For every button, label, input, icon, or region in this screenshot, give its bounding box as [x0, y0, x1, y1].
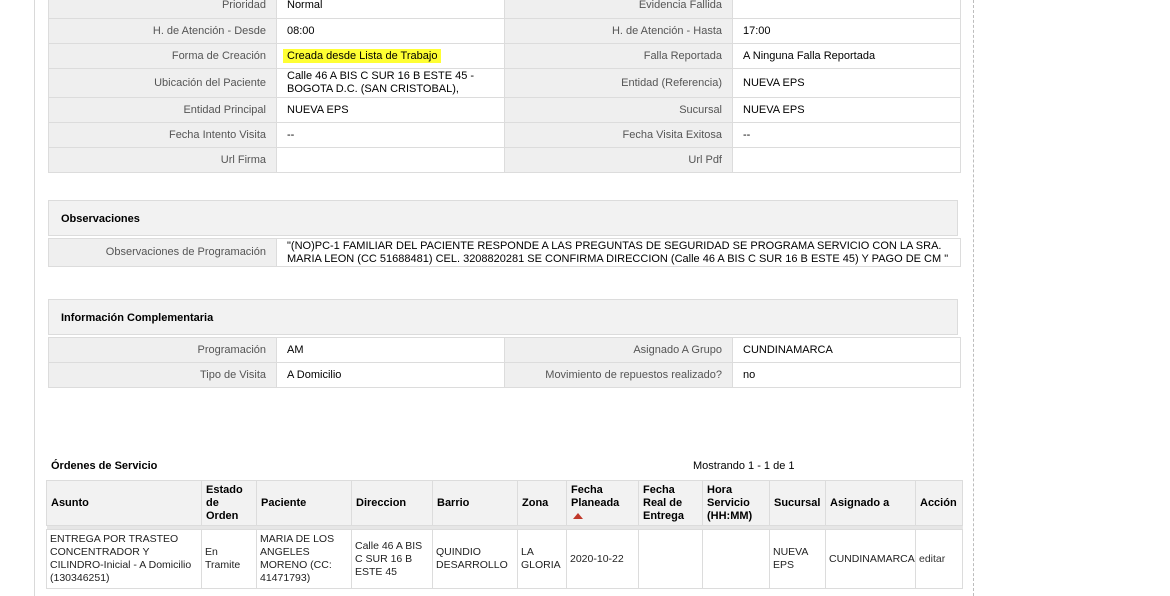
complementaria-header: Información Complementaria [48, 299, 958, 335]
entidad-principal-value: NUEVA EPS [276, 97, 505, 123]
fecha-intento-label: Fecha Intento Visita [48, 122, 277, 148]
detail-row: Prioridad Normal Evidencia Fallida [48, 0, 961, 19]
forma-creacion-value-cell: Creada desde Lista de Trabajo [276, 43, 505, 69]
observaciones-label: Observaciones de Programación [48, 238, 277, 267]
url-firma-label: Url Firma [48, 147, 277, 173]
col-header-direccion[interactable]: Direccion [351, 480, 433, 526]
orders-header-row: Asunto Estado de Orden Paciente Direccio… [46, 480, 963, 526]
fecha-intento-value: -- [276, 122, 505, 148]
col-header-accion: Acción [915, 480, 963, 526]
tipo-visita-label: Tipo de Visita [48, 362, 277, 388]
editar-link[interactable]: editar [919, 553, 945, 565]
table-row: ENTREGA POR TRASTEO CONCENTRADOR Y CILIN… [46, 529, 963, 589]
sort-ascending-icon [573, 512, 583, 519]
cell-accion: editar [915, 529, 963, 589]
detail-row: Entidad Principal NUEVA EPS Sucursal NUE… [48, 97, 961, 123]
hora-hasta-value: 17:00 [732, 18, 961, 44]
col-header-estado[interactable]: Estado de Orden [201, 480, 257, 526]
cell-asunto: ENTREGA POR TRASTEO CONCENTRADOR Y CILIN… [46, 529, 202, 589]
sucursal-label: Sucursal [504, 97, 733, 123]
orders-title: Órdenes de Servicio [51, 460, 158, 472]
asignado-grupo-label: Asignado A Grupo [504, 337, 733, 363]
col-header-asunto[interactable]: Asunto [46, 480, 202, 526]
fecha-exitosa-value: -- [732, 122, 961, 148]
col-header-asignado[interactable]: Asignado a [825, 480, 916, 526]
cell-fecha-planeada: 2020-10-22 [566, 529, 639, 589]
forma-creacion-value: Creada desde Lista de Trabajo [283, 48, 442, 63]
complementaria-row: Tipo de Visita A Domicilio Movimiento de… [48, 362, 961, 388]
asignado-grupo-value: CUNDINAMARCA [732, 337, 961, 363]
orders-table: Asunto Estado de Orden Paciente Direccio… [46, 480, 963, 589]
fecha-exitosa-label: Fecha Visita Exitosa [504, 122, 733, 148]
detail-row: Fecha Intento Visita -- Fecha Visita Exi… [48, 122, 961, 148]
col-header-hora-servicio[interactable]: Hora Servicio (HH:MM) [702, 480, 770, 526]
hora-desde-value: 08:00 [276, 18, 505, 44]
falla-reportada-label: Falla Reportada [504, 43, 733, 69]
prioridad-value: Normal [276, 0, 505, 19]
detail-row: Forma de Creación Creada desde Lista de … [48, 43, 961, 69]
entidad-principal-label: Entidad Principal [48, 97, 277, 123]
movimiento-repuestos-label: Movimiento de repuestos realizado? [504, 362, 733, 388]
ubicacion-value: Calle 46 A BIS C SUR 16 B ESTE 45 - BOGO… [276, 68, 505, 98]
right-dashed-border [973, 0, 974, 596]
col-header-paciente[interactable]: Paciente [256, 480, 352, 526]
orders-pagination-count: Mostrando 1 - 1 de 1 [693, 460, 795, 472]
url-firma-value [276, 147, 505, 173]
prioridad-label: Prioridad [48, 0, 277, 19]
hora-desde-label: H. de Atención - Desde [48, 18, 277, 44]
falla-reportada-value: A Ninguna Falla Reportada [732, 43, 961, 69]
cell-zona: LA GLORIA [517, 529, 567, 589]
forma-creacion-label: Forma de Creación [48, 43, 277, 69]
observaciones-value: "(NO)PC-1 FAMILIAR DEL PACIENTE RESPONDE… [276, 238, 961, 267]
detail-row: Url Firma Url Pdf [48, 147, 961, 173]
cell-paciente: MARIA DE LOS ANGELES MORENO (CC: 4147179… [256, 529, 352, 589]
cell-fecha-real [638, 529, 703, 589]
observaciones-header: Observaciones [48, 200, 958, 236]
left-border [34, 0, 35, 596]
cell-sucursal: NUEVA EPS [769, 529, 826, 589]
cell-direccion: Calle 46 A BIS C SUR 16 B ESTE 45 [351, 529, 433, 589]
observaciones-table: Observaciones de Programación "(NO)PC-1 … [48, 238, 961, 267]
entidad-referencia-label: Entidad (Referencia) [504, 68, 733, 98]
cell-estado: En Tramite [201, 529, 257, 589]
url-pdf-label: Url Pdf [504, 147, 733, 173]
complementaria-table: Programación AM Asignado A Grupo CUNDINA… [48, 337, 961, 388]
entidad-referencia-value: NUEVA EPS [732, 68, 961, 98]
sucursal-value: NUEVA EPS [732, 97, 961, 123]
ubicacion-label: Ubicación del Paciente [48, 68, 277, 98]
evidencia-fallida-label: Evidencia Fallida [504, 0, 733, 19]
programacion-value: AM [276, 337, 505, 363]
col-header-zona[interactable]: Zona [517, 480, 567, 526]
col-header-fecha-planeada[interactable]: Fecha Planeada [571, 484, 619, 509]
url-pdf-value [732, 147, 961, 173]
col-header-barrio[interactable]: Barrio [432, 480, 518, 526]
detail-row: H. de Atención - Desde 08:00 H. de Atenc… [48, 18, 961, 44]
col-header-sucursal[interactable]: Sucursal [769, 480, 826, 526]
observaciones-row: Observaciones de Programación "(NO)PC-1 … [48, 238, 961, 267]
programacion-label: Programación [48, 337, 277, 363]
complementaria-row: Programación AM Asignado A Grupo CUNDINA… [48, 337, 961, 363]
cell-barrio: QUINDIO DESARROLLO [432, 529, 518, 589]
hora-hasta-label: H. de Atención - Hasta [504, 18, 733, 44]
cell-asignado: CUNDINAMARCA [825, 529, 916, 589]
detail-row: Ubicación del Paciente Calle 46 A BIS C … [48, 68, 961, 98]
movimiento-repuestos-value: no [732, 362, 961, 388]
tipo-visita-value: A Domicilio [276, 362, 505, 388]
evidencia-fallida-value [732, 0, 961, 19]
col-header-fecha-planeada-cell[interactable]: Fecha Planeada [566, 480, 639, 526]
cell-hora-servicio [702, 529, 770, 589]
details-table: Prioridad Normal Evidencia Fallida H. de… [48, 0, 961, 173]
col-header-fecha-real[interactable]: Fecha Real de Entrega [638, 480, 703, 526]
